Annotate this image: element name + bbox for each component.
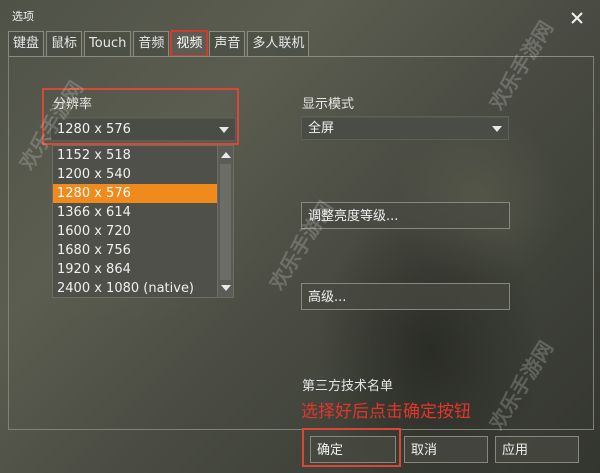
instruction-annotation: 选择好后点击确定按钮 — [301, 402, 471, 422]
list-item[interactable]: 1600 x 720 — [53, 222, 217, 241]
scroll-thumb[interactable] — [220, 164, 231, 280]
apply-button[interactable]: 应用 — [495, 436, 579, 463]
list-item[interactable]: 1200 x 540 — [53, 165, 217, 184]
advanced-button[interactable]: 高级... — [301, 283, 510, 310]
scroll-up-icon[interactable] — [221, 152, 231, 158]
resolution-label: 分辨率 — [53, 97, 93, 112]
display-mode-label: 显示模式 — [302, 97, 355, 112]
chevron-down-icon — [492, 126, 502, 132]
resolution-selected-value: 1280 x 576 — [57, 122, 131, 137]
tab-multiplayer[interactable]: 多人联机 — [247, 31, 310, 56]
list-item[interactable]: 1152 x 518 — [53, 146, 217, 165]
list-item[interactable]: 1920 x 864 — [53, 260, 217, 279]
title-bar: 选项 — [0, 0, 600, 30]
ok-button[interactable]: 确定 — [310, 436, 396, 463]
chevron-down-icon — [219, 127, 229, 133]
close-icon[interactable] — [570, 10, 586, 26]
resolution-select[interactable]: 1280 x 576 — [50, 117, 236, 141]
scroll-down-icon[interactable] — [221, 285, 231, 291]
cancel-button[interactable]: 取消 — [404, 436, 488, 463]
third-party-link[interactable]: 第三方技术名单 — [302, 375, 393, 394]
tab-audio[interactable]: 音频 — [133, 31, 170, 56]
resolution-dropdown-list[interactable]: 1152 x 518 1200 x 540 1280 x 576 1366 x … — [52, 145, 234, 298]
list-item-selected[interactable]: 1280 x 576 — [53, 184, 217, 203]
window-title: 选项 — [12, 10, 34, 23]
list-item[interactable]: 1366 x 614 — [53, 203, 217, 222]
tab-bar: 键盘 鼠标 Touch 音频 视频 声音 多人联机 — [8, 30, 311, 57]
tab-touch[interactable]: Touch — [84, 31, 132, 56]
tab-sound[interactable]: 声音 — [209, 31, 246, 56]
brightness-button[interactable]: 调整亮度等级... — [301, 202, 510, 229]
tab-mouse[interactable]: 鼠标 — [46, 31, 83, 56]
list-item[interactable]: 2400 x 1080 (native) — [53, 279, 217, 297]
display-mode-selected-value: 全屏 — [308, 121, 335, 136]
display-mode-select[interactable]: 全屏 — [301, 116, 509, 140]
list-item[interactable]: 1680 x 756 — [53, 241, 217, 260]
tab-video[interactable]: 视频 — [170, 30, 209, 57]
tab-keyboard[interactable]: 键盘 — [8, 31, 45, 56]
options-dialog: 选项 键盘 鼠标 Touch 音频 视频 声音 多人联机 分辨率 1280 x … — [0, 0, 600, 473]
list-scrollbar[interactable] — [217, 146, 233, 297]
